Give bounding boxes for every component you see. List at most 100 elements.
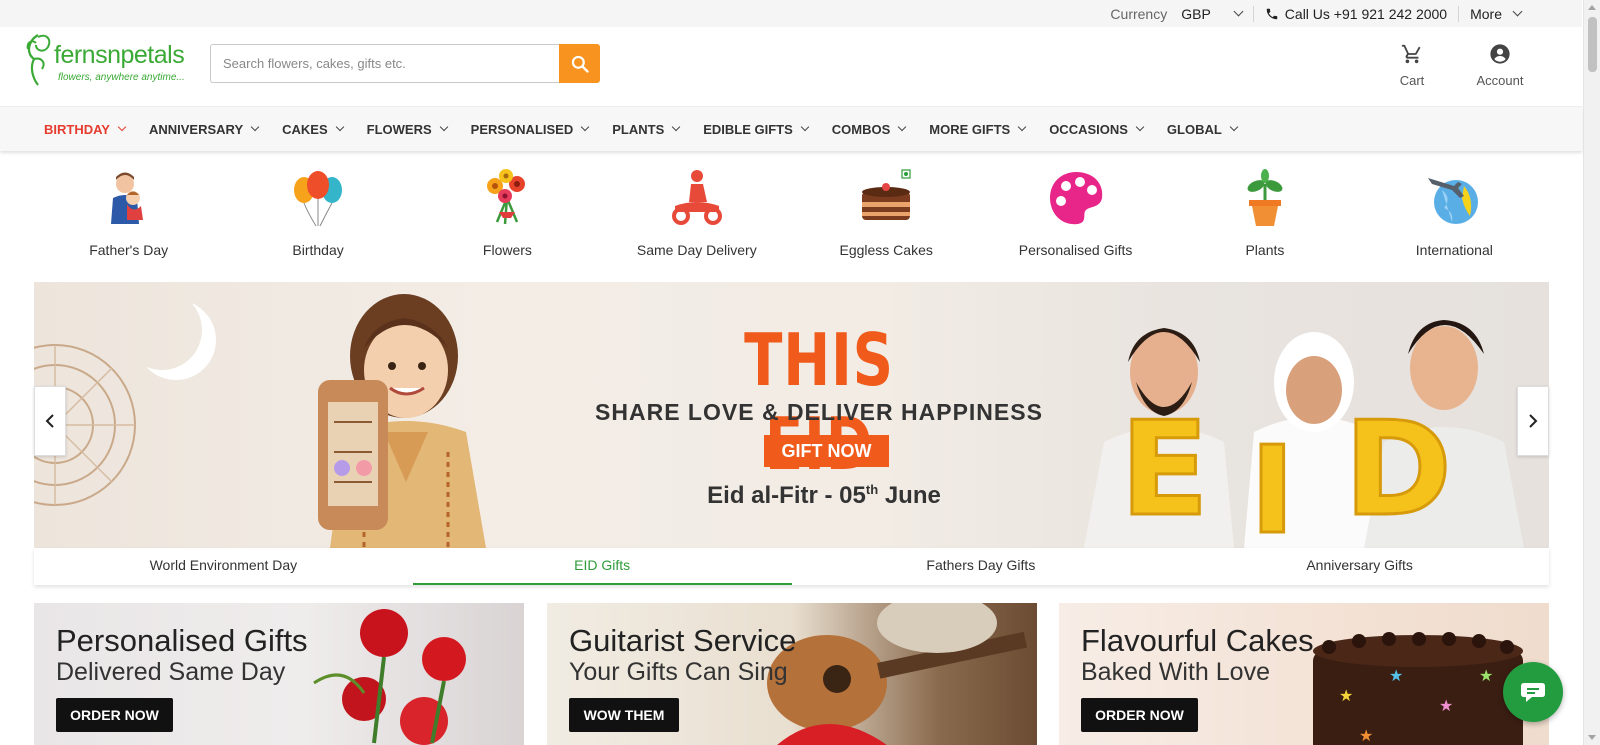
category-label: Same Day Delivery (636, 242, 757, 258)
search-input[interactable] (210, 44, 559, 83)
promo-subtitle: Baked With Love (1081, 658, 1270, 686)
account-button[interactable]: Account (1472, 43, 1528, 88)
scrollbar-thumb[interactable] (1588, 17, 1597, 72)
fathers-day-icon (110, 172, 143, 224)
account-icon (1490, 44, 1510, 64)
promo-title: Personalised Gifts (56, 623, 308, 658)
category-label: Father's Day (89, 242, 169, 258)
chevron-down-icon (117, 122, 127, 132)
globe-plane-icon (1428, 178, 1479, 224)
cart-label: Cart (1399, 73, 1425, 88)
fnp-leaf-icon (26, 34, 51, 86)
chat-bubble-icon (1521, 683, 1545, 702)
nav-label: MORE GIFTS (929, 121, 1011, 137)
promo-subtitle: Your Gifts Can Sing (569, 658, 788, 686)
family-with-eid-balloons-photo: E I D (1084, 320, 1524, 548)
potted-plant-icon (1247, 169, 1283, 226)
tab-anniversary-gifts[interactable]: Anniversary Gifts (1170, 548, 1549, 585)
category-label: Flowers (482, 242, 532, 258)
date-ordinal: th (865, 482, 879, 497)
delivery-scooter-icon (671, 170, 722, 225)
banner-date: Eid al-Fitr - 05th June (594, 482, 1054, 510)
promo-subtitle: Delivered Same Day (56, 658, 286, 686)
category-international[interactable]: International (1360, 168, 1549, 263)
nav-item-more-gifts[interactable]: MORE GIFTS (929, 121, 1027, 137)
order-now-button[interactable]: ORDER NOW (1081, 698, 1198, 732)
nav-label: BIRTHDAY (44, 121, 110, 137)
chevron-down-icon (1135, 122, 1145, 132)
nav-item-cakes[interactable]: CAKES (282, 122, 344, 137)
scroll-down-arrow-icon[interactable] (1588, 735, 1596, 740)
balloon-letter-i: I (1250, 422, 1295, 548)
brand-logo[interactable]: fernsnpetals flowers, anywhere anytime..… (24, 29, 194, 87)
nav-item-birthday[interactable]: BIRTHDAY (44, 121, 127, 137)
chat-button[interactable] (1503, 662, 1563, 722)
category-fathers-day[interactable]: Father's Day (34, 168, 223, 263)
balloons-icon (294, 171, 343, 227)
gift-now-button[interactable]: GIFT NOW (764, 435, 889, 467)
search-icon (571, 55, 589, 73)
promo-card-guitarist[interactable]: Guitarist Service Your Gifts Can Sing WO… (547, 603, 1037, 745)
star-sprinkle: ★ (1479, 666, 1493, 685)
tab-fathers-day-gifts[interactable]: Fathers Day Gifts (792, 548, 1171, 585)
date-prefix: Eid al-Fitr - 05 (707, 482, 866, 509)
nav-item-combos[interactable]: COMBOS (832, 122, 907, 137)
child-with-lantern-photo (318, 294, 486, 548)
call-us-link[interactable]: Call Us +91 921 242 2000 (1254, 5, 1458, 22)
roses-photo (313, 609, 466, 745)
nav-item-edible-gifts[interactable]: EDIBLE GIFTS (703, 122, 810, 137)
category-strip: Father's Day Birthday Flowers Same Day D… (34, 168, 1549, 263)
nav-item-global[interactable]: GLOBAL (1167, 122, 1239, 137)
currency-selector[interactable]: Currency GBP (1099, 5, 1252, 22)
promo-card-cakes[interactable]: ★ ★ ★ ★ ★ Flavourful Cakes Baked With Lo… (1059, 603, 1549, 745)
order-now-button[interactable]: ORDER NOW (56, 698, 173, 732)
phone-icon (1266, 8, 1278, 19)
category-label: Birthday (292, 242, 344, 258)
nav-label: PERSONALISED (470, 121, 574, 137)
balloon-letter-e: E (1120, 393, 1209, 545)
star-sprinkle: ★ (1359, 726, 1373, 745)
chevron-down-icon (1512, 6, 1523, 17)
cart-button[interactable]: Cart (1392, 43, 1432, 88)
chevron-down-icon (1017, 122, 1027, 132)
chevron-left-icon (45, 414, 54, 428)
chevron-down-icon (250, 122, 260, 132)
banner-next-button[interactable] (1517, 386, 1549, 456)
banner-subheadline: SHARE LOVE & DELIVER HAPPINESS (595, 399, 1043, 425)
nav-item-plants[interactable]: PLANTS (612, 121, 681, 137)
chevron-down-icon (800, 122, 810, 132)
scroll-up-arrow-icon[interactable] (1588, 5, 1596, 10)
hero-banner[interactable]: THIS EID SHARE LOVE & DELIVER HAPPINESS … (34, 282, 1549, 548)
promo-title: Flavourful Cakes (1081, 623, 1314, 658)
palette-icon (1049, 172, 1102, 225)
category-eggless-cakes[interactable]: Eggless Cakes (792, 168, 981, 263)
category-flowers[interactable]: Flowers (413, 168, 602, 263)
category-plants[interactable]: Plants (1170, 168, 1359, 263)
promo-card-personalised[interactable]: Personalised Gifts Delivered Same Day OR… (34, 603, 524, 745)
nav-item-occasions[interactable]: OCCASIONS (1049, 122, 1145, 137)
category-personalised-gifts[interactable]: Personalised Gifts (981, 168, 1170, 263)
more-menu[interactable]: More (1459, 5, 1532, 22)
chevron-down-icon (1233, 6, 1244, 17)
nav-label: ANNIVERSARY (148, 121, 244, 137)
brand-tagline: flowers, anywhere anytime... (58, 72, 185, 83)
chevron-right-icon (1529, 414, 1538, 428)
nav-item-flowers[interactable]: FLOWERS (367, 122, 448, 137)
category-same-day-delivery[interactable]: Same Day Delivery (602, 168, 791, 263)
brand-name: fernsnpetals (54, 41, 185, 69)
tab-world-environment-day[interactable]: World Environment Day (34, 548, 413, 585)
banner-prev-button[interactable] (34, 386, 66, 456)
nav-item-personalised[interactable]: PERSONALISED (470, 121, 590, 137)
more-label: More (1470, 5, 1502, 22)
nav-label: PLANTS (612, 121, 665, 137)
nav-item-anniversary[interactable]: ANNIVERSARY (148, 121, 260, 137)
tab-eid-gifts[interactable]: EID Gifts (412, 548, 792, 585)
search-button[interactable] (559, 44, 600, 83)
page-scrollbar[interactable] (1583, 0, 1600, 745)
category-birthday[interactable]: Birthday (223, 168, 412, 263)
promo-title: Guitarist Service (569, 623, 797, 658)
category-label: Personalised Gifts (1018, 242, 1133, 258)
chevron-down-icon (439, 122, 448, 132)
star-sprinkle: ★ (1389, 666, 1403, 685)
wow-them-button[interactable]: WOW THEM (569, 698, 679, 732)
